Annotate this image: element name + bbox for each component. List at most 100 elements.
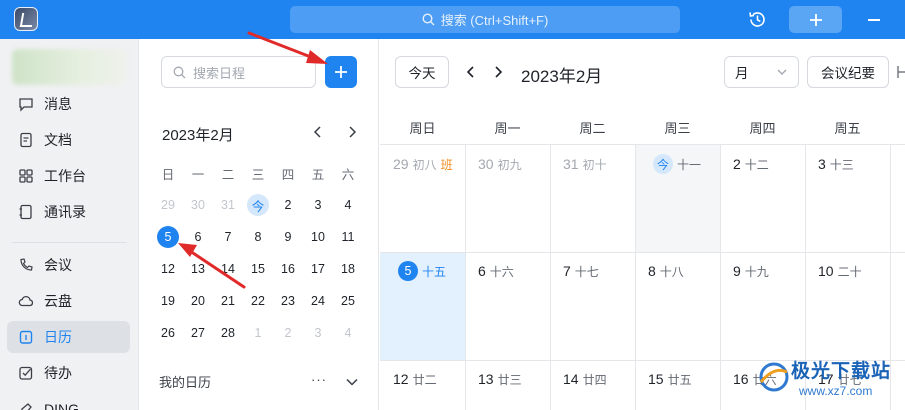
mini-day[interactable]: 13 xyxy=(183,253,213,285)
day-label: 7 十七 xyxy=(563,259,599,283)
mini-day[interactable]: 12 xyxy=(153,253,183,285)
minimize-button[interactable] xyxy=(868,19,880,21)
expand-icon[interactable] xyxy=(897,64,905,80)
lunar-date: 二十 xyxy=(837,264,862,279)
mini-day[interactable]: 16 xyxy=(273,253,303,285)
nav-item-label: 通讯录 xyxy=(44,204,86,220)
nav-item-messages[interactable]: 消息 xyxy=(7,88,130,120)
lunar-date: 初八 xyxy=(412,157,437,172)
lunar-date: 初九 xyxy=(497,157,522,172)
mini-day[interactable]: 3 xyxy=(303,189,333,221)
nav-item-meetings[interactable]: 会议 xyxy=(7,249,130,281)
mini-day-number: 4 xyxy=(344,326,352,340)
nav-item-calendar[interactable]: 日历 xyxy=(7,321,130,353)
mini-day[interactable]: 21 xyxy=(213,285,243,317)
mini-day[interactable]: 9 xyxy=(273,221,303,253)
chevron-down-icon[interactable] xyxy=(345,375,359,389)
mini-day-number: 2 xyxy=(284,326,292,340)
top-bar: 搜索 (Ctrl+Shift+F) xyxy=(0,0,905,39)
view-select[interactable]: 月 xyxy=(724,56,799,88)
mini-day[interactable]: 31 xyxy=(213,189,243,221)
chevron-left-icon[interactable] xyxy=(311,125,325,139)
day-number: 13 xyxy=(478,371,494,387)
nav-divider xyxy=(12,242,127,243)
day-label: 30 初九 xyxy=(478,152,522,176)
current-month-title: 2023年2月 xyxy=(521,67,603,86)
mini-day[interactable]: 2 xyxy=(273,317,303,349)
mini-day[interactable]: 17 xyxy=(303,253,333,285)
mini-day[interactable]: 7 xyxy=(213,221,243,253)
mini-day[interactable]: 14 xyxy=(213,253,243,285)
mini-day[interactable]: 15 xyxy=(243,253,273,285)
mini-day-number: 12 xyxy=(161,262,175,276)
mini-day-today[interactable]: 今 xyxy=(243,189,273,221)
mini-calendar-grid: 日一二三四五六 29 30 31 今 2 3 4 5 6 7 8 9 10 11 12 13 14 15 16 17 18… xyxy=(153,157,363,349)
day-number: 29 xyxy=(393,156,409,172)
mini-weekday-label: 五 xyxy=(311,167,325,182)
mini-day[interactable]: 30 xyxy=(183,189,213,221)
history-icon[interactable] xyxy=(748,10,767,29)
more-options-icon[interactable]: ··· xyxy=(311,372,327,387)
mini-day[interactable]: 18 xyxy=(333,253,363,285)
mini-day[interactable]: 25 xyxy=(333,285,363,317)
app-logo[interactable] xyxy=(14,7,38,31)
new-button[interactable] xyxy=(789,6,842,33)
nav-item-ding[interactable]: DING xyxy=(7,393,130,410)
day-label: 5 十五 xyxy=(398,259,446,283)
day-label: 14 廿四 xyxy=(563,367,607,391)
mini-day[interactable]: 24 xyxy=(303,285,333,317)
mini-day-number: 1 xyxy=(254,326,262,340)
create-event-button[interactable] xyxy=(325,56,357,88)
chevron-left-icon[interactable] xyxy=(464,65,478,79)
mini-day[interactable]: 8 xyxy=(243,221,273,253)
nav-item-label: 待办 xyxy=(44,365,72,381)
schedule-search-placeholder: 搜索日程 xyxy=(193,65,246,81)
day-label: 31 初十 xyxy=(563,152,607,176)
mini-day[interactable]: 27 xyxy=(183,317,213,349)
mini-day[interactable]: 10 xyxy=(303,221,333,253)
mini-day[interactable]: 4 xyxy=(333,317,363,349)
mini-day-selected[interactable]: 5 xyxy=(153,221,183,253)
day-label: 10 二十 xyxy=(818,259,862,283)
mini-day[interactable]: 2 xyxy=(273,189,303,221)
weekday-label: 周一 xyxy=(494,120,521,136)
mini-day[interactable]: 19 xyxy=(153,285,183,317)
lunar-date: 十五 xyxy=(422,264,447,279)
mini-day[interactable]: 23 xyxy=(273,285,303,317)
mini-day[interactable]: 28 xyxy=(213,317,243,349)
mini-day-number: 3 xyxy=(314,326,322,340)
mini-day[interactable]: 11 xyxy=(333,221,363,253)
day-number: 3 xyxy=(818,156,826,172)
mini-day[interactable]: 3 xyxy=(303,317,333,349)
cloud-icon xyxy=(18,295,34,307)
chevron-right-icon[interactable] xyxy=(345,125,359,139)
mini-day-number: 30 xyxy=(191,198,205,212)
mini-day[interactable]: 26 xyxy=(153,317,183,349)
chevron-right-icon[interactable] xyxy=(491,65,505,79)
profile-card[interactable] xyxy=(12,49,127,85)
day-label: 3 十三 xyxy=(818,152,854,176)
nav-item-todo[interactable]: 待办 xyxy=(7,357,130,389)
nav-item-contacts[interactable]: 通讯录 xyxy=(7,196,130,228)
my-calendars-label[interactable]: 我的日历 xyxy=(159,372,211,391)
mini-day[interactable]: 6 xyxy=(183,221,213,253)
day-number: 31 xyxy=(563,156,579,172)
mini-day[interactable]: 29 xyxy=(153,189,183,221)
today-button[interactable]: 今天 xyxy=(395,56,449,88)
mini-day[interactable]: 1 xyxy=(243,317,273,349)
schedule-search-input[interactable]: 搜索日程 xyxy=(161,56,316,88)
meeting-minutes-button[interactable]: 会议纪要 xyxy=(807,56,889,88)
meeting-icon xyxy=(20,258,33,271)
day-number: 7 xyxy=(563,263,571,279)
nav-item-label: 会议 xyxy=(44,257,72,273)
weekday-label: 周三 xyxy=(664,120,691,136)
day-number: 今 xyxy=(653,154,673,174)
nav-item-docs[interactable]: 文档 xyxy=(7,124,130,156)
mini-day[interactable]: 4 xyxy=(333,189,363,221)
nav-item-workbench[interactable]: 工作台 xyxy=(7,160,130,192)
global-search-bar[interactable]: 搜索 (Ctrl+Shift+F) xyxy=(290,6,680,33)
mini-day-number: 25 xyxy=(341,294,355,308)
mini-day[interactable]: 20 xyxy=(183,285,213,317)
mini-day[interactable]: 22 xyxy=(243,285,273,317)
nav-item-cloud[interactable]: 云盘 xyxy=(7,285,130,317)
